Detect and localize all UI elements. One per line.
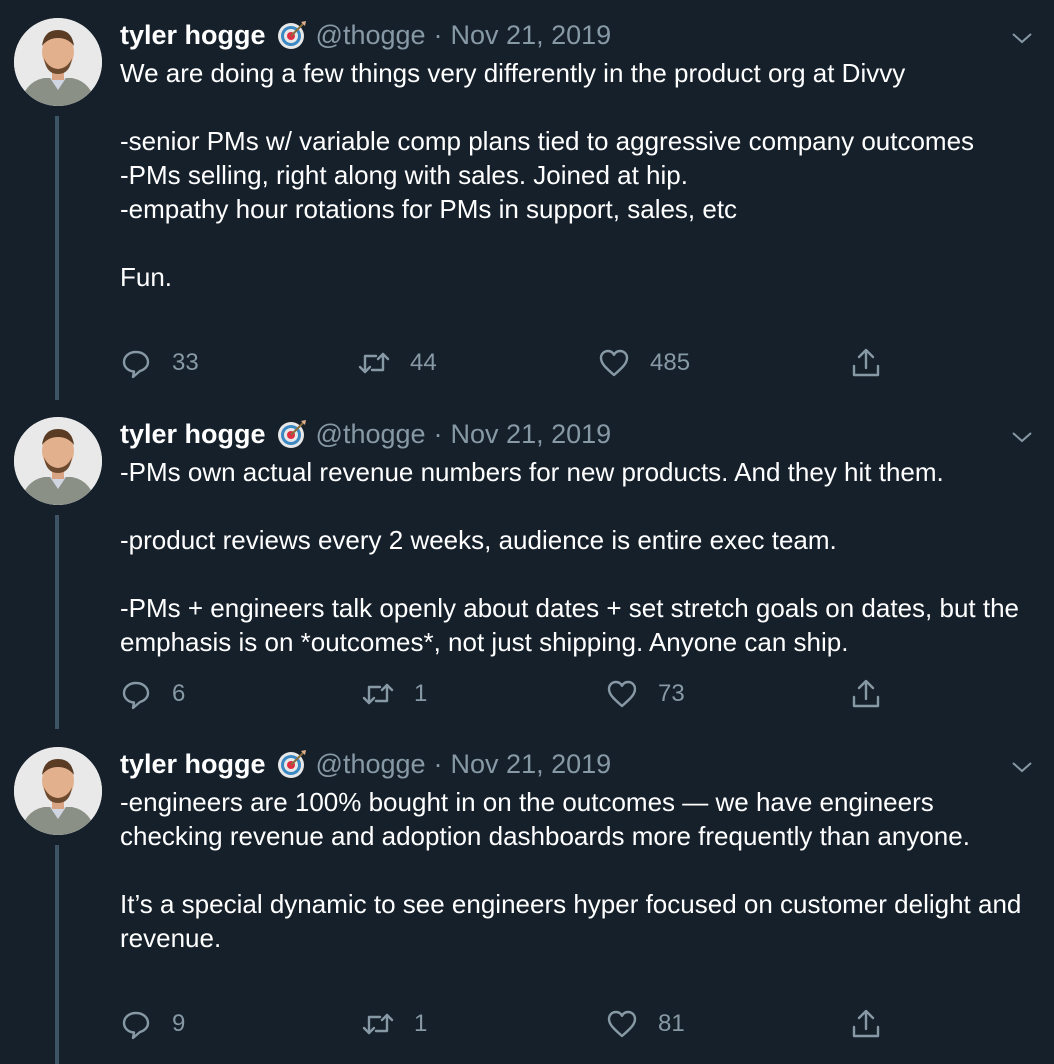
tweet-actions: 33 44 485 xyxy=(120,346,900,380)
heart-icon xyxy=(607,1010,637,1038)
author-name[interactable]: tyler hogge xyxy=(120,20,266,51)
like-count: 73 xyxy=(658,680,685,707)
thread-line xyxy=(55,845,59,1064)
avatar[interactable] xyxy=(14,18,102,106)
thread-line xyxy=(55,515,59,729)
tweet-header: tyler hogge @thogge · Nov 21, 2019 xyxy=(120,747,611,781)
tweet-text: -PMs own actual revenue numbers for new … xyxy=(120,457,1019,657)
like-count: 485 xyxy=(650,349,691,376)
separator-dot: · xyxy=(433,748,443,779)
tweet-header: tyler hogge @thogge · Nov 21, 2019 xyxy=(120,18,611,52)
reply-count: 33 xyxy=(172,349,199,376)
reply-button[interactable]: 6 xyxy=(120,677,185,711)
chevron-down-icon[interactable] xyxy=(1010,755,1034,779)
author-handle[interactable]: @thogge xyxy=(316,20,426,51)
author-handle[interactable]: @thogge xyxy=(316,749,426,780)
tweet[interactable]: tyler hogge @thogge · Nov 21, 2019 We ar… xyxy=(0,0,1054,400)
reply-button[interactable]: 33 xyxy=(120,346,199,380)
separator-dot: · xyxy=(433,19,443,50)
reply-icon xyxy=(122,681,150,710)
tweet-date[interactable]: Nov 21, 2019 xyxy=(451,419,612,450)
retweet-count: 44 xyxy=(410,349,437,376)
thread-line xyxy=(55,116,59,400)
author-name[interactable]: tyler hogge xyxy=(120,419,266,450)
tweet-date[interactable]: Nov 21, 2019 xyxy=(451,20,612,51)
retweet-icon xyxy=(358,352,390,374)
author-handle[interactable]: @thogge xyxy=(316,419,426,450)
retweet-count: 1 xyxy=(414,680,428,707)
reply-icon xyxy=(122,350,150,379)
share-icon xyxy=(852,348,880,377)
tweet-header: tyler hogge @thogge · Nov 21, 2019 xyxy=(120,417,611,451)
share-icon xyxy=(852,1009,880,1038)
heart-icon xyxy=(607,680,637,708)
avatar[interactable] xyxy=(14,747,102,835)
tweet-text: -engineers are 100% bought in on the out… xyxy=(120,787,1022,953)
share-button[interactable] xyxy=(850,1007,882,1041)
chevron-down-icon[interactable] xyxy=(1010,26,1034,50)
share-button[interactable] xyxy=(850,346,882,380)
separator-dot: · xyxy=(433,418,443,449)
reply-count: 6 xyxy=(172,680,186,707)
share-icon xyxy=(852,679,880,708)
avatar[interactable] xyxy=(14,417,102,505)
target-emoji-icon xyxy=(276,19,308,51)
like-button[interactable]: 73 xyxy=(606,677,685,711)
tweet-text: We are doing a few things very different… xyxy=(120,58,975,292)
retweet-button[interactable]: 1 xyxy=(362,1007,427,1041)
tweet[interactable]: tyler hogge @thogge · Nov 21, 2019 -engi… xyxy=(0,729,1054,1064)
tweet-date[interactable]: Nov 21, 2019 xyxy=(451,749,612,780)
heart-icon xyxy=(599,349,629,377)
share-button[interactable] xyxy=(850,677,882,711)
chevron-down-icon[interactable] xyxy=(1010,425,1034,449)
reply-count: 9 xyxy=(172,1010,186,1037)
target-emoji-icon xyxy=(276,418,308,450)
reply-icon xyxy=(122,1011,150,1040)
author-name[interactable]: tyler hogge xyxy=(120,749,266,780)
like-count: 81 xyxy=(658,1010,685,1037)
retweet-count: 1 xyxy=(414,1010,428,1037)
tweet-actions: 6 1 73 xyxy=(120,677,900,711)
retweet-button[interactable]: 44 xyxy=(358,346,437,380)
tweet-actions: 9 1 81 xyxy=(120,1007,900,1041)
like-button[interactable]: 485 xyxy=(598,346,690,380)
retweet-icon xyxy=(362,1013,394,1035)
like-button[interactable]: 81 xyxy=(606,1007,685,1041)
tweet[interactable]: tyler hogge @thogge · Nov 21, 2019 -PMs … xyxy=(0,399,1054,729)
retweet-button[interactable]: 1 xyxy=(362,677,427,711)
retweet-icon xyxy=(362,683,394,705)
target-emoji-icon xyxy=(276,748,308,780)
reply-button[interactable]: 9 xyxy=(120,1007,185,1041)
